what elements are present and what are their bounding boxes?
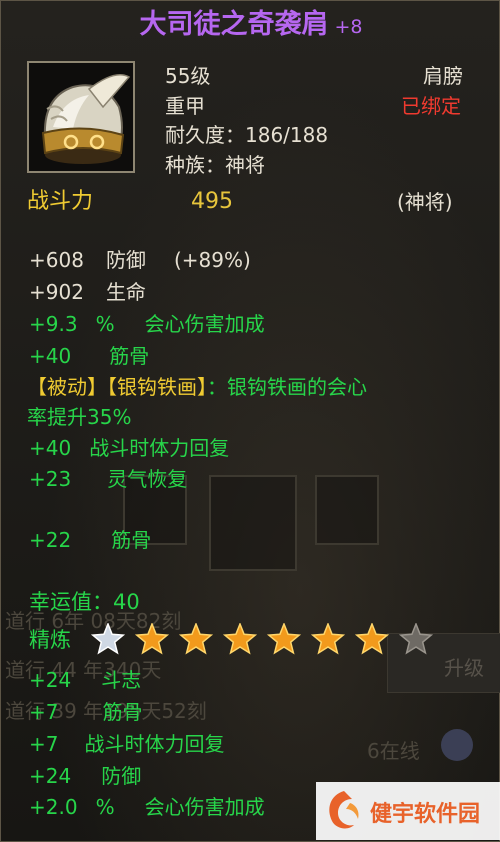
power-class: (神将) — [397, 190, 453, 214]
refine-stat-stamina-regen: +7 战斗时体力回复 — [29, 732, 225, 756]
luck-row: 幸运值：40 — [29, 589, 140, 615]
refine-stat-crit-dmg: +2.0% 会心伤害加成 — [29, 795, 265, 819]
stat-row-crit-dmg: +9.3% 会心伤害加成 — [29, 312, 265, 336]
refine-stat-sinew: +7 筋骨 — [29, 700, 143, 724]
item-tooltip: 道行 6年 08天82刻 道行 44 年340天 道行 39 年195天52刻 … — [0, 0, 500, 842]
durability-label: 耐久度： — [165, 123, 245, 147]
power-label: 战斗力 — [27, 189, 94, 214]
watermark-text: 健宇软件园 — [370, 802, 481, 827]
refine-stat-fighting-spirit: +24 斗志 — [29, 668, 142, 692]
stat-row-sinew: +40 筋骨 — [29, 344, 150, 368]
item-title: 大司徒之奇袭肩 +8 — [1, 7, 500, 45]
durability-value: 186/188 — [245, 123, 329, 147]
watermark-logo-icon — [329, 791, 359, 829]
stat-row-qi-regen: +23 灵气恢复 — [29, 467, 188, 491]
refine-label: 精炼 — [29, 628, 71, 652]
item-icon-frame — [27, 61, 135, 173]
star-icon — [223, 623, 257, 655]
star-icon — [267, 623, 301, 655]
item-slot: 肩膀 — [423, 64, 463, 88]
background-slot-center — [209, 475, 297, 571]
passive-skill: 【银钩铁画】 — [107, 375, 207, 399]
background-dropdown-icon — [441, 729, 473, 761]
passive-line-2: 率提升35% — [27, 405, 132, 429]
star-icon — [355, 623, 389, 655]
passive-line-1: 【被动】【银钩铁画】：银钩铁画的会心 — [27, 374, 367, 400]
durability-row: 耐久度：186/188 — [165, 122, 328, 148]
background-online-text: 6在线 — [367, 739, 420, 763]
stat-row-hp: +902 生命 — [29, 280, 146, 304]
empty-star-icon — [399, 623, 433, 655]
winged-helmet-icon — [41, 74, 131, 164]
item-level: 55级 — [165, 64, 211, 88]
stat-row-defense: +608 防御 (+89%) — [29, 248, 251, 272]
passive-tag: 【被动】 — [27, 375, 107, 399]
star-icon — [91, 623, 125, 655]
star-icon — [135, 623, 169, 655]
luck-value: 40 — [113, 590, 140, 614]
enhance-level: +8 — [334, 16, 363, 38]
bound-status: 已绑定 — [401, 94, 461, 118]
luck-label: 幸运值： — [29, 590, 113, 614]
armor-type: 重甲 — [165, 94, 205, 118]
star-icon — [179, 623, 213, 655]
background-slot — [315, 475, 379, 545]
stat-row-sinew-2: +22 筋骨 — [29, 528, 152, 552]
power-value: 495 — [191, 189, 233, 214]
passive-text: ：银钩铁画的会心 — [207, 375, 367, 399]
stat-row-stamina-regen: +40 战斗时体力回复 — [29, 436, 230, 460]
star-icon — [311, 623, 345, 655]
race-value: 神将 — [225, 153, 265, 177]
item-name: 大司徒之奇袭肩 — [139, 9, 329, 40]
race-row: 种族：神将 — [165, 152, 265, 178]
race-label: 种族： — [165, 153, 225, 177]
refine-stat-defense: +24 防御 — [29, 764, 142, 788]
site-watermark: 健宇软件园 — [316, 782, 500, 840]
